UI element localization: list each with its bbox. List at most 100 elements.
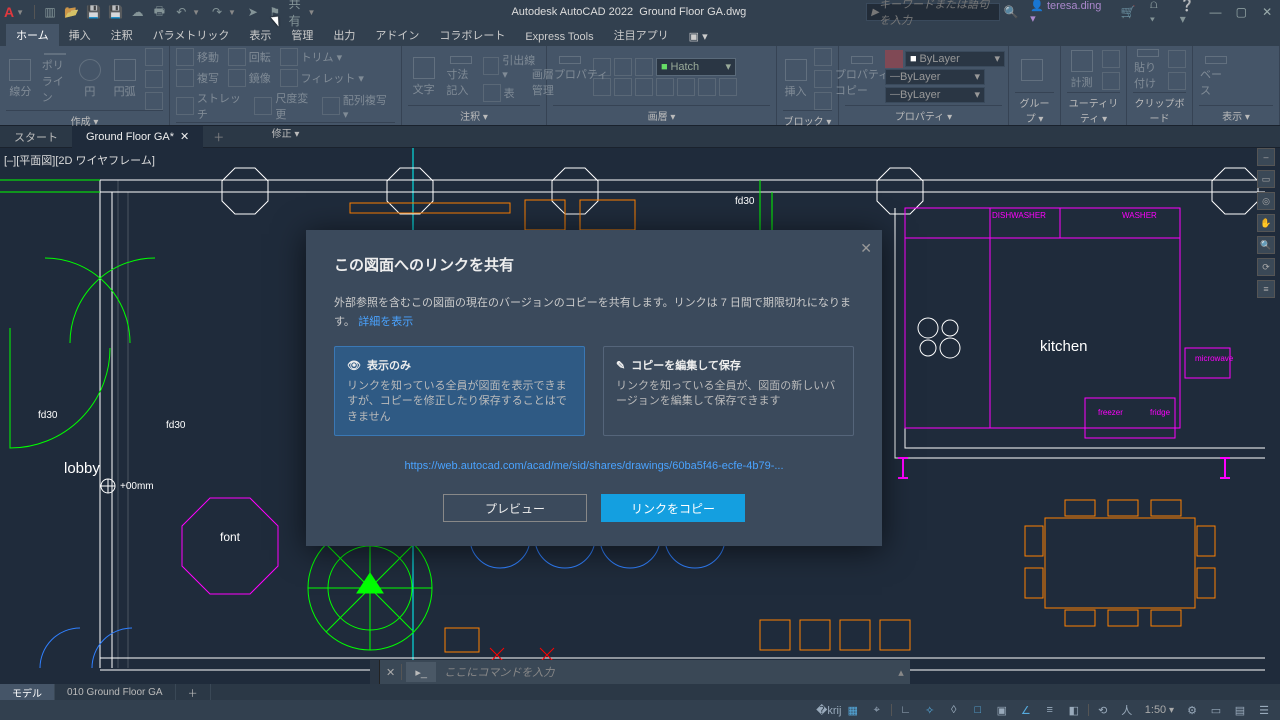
window-maximize[interactable]: ▢: [1232, 5, 1250, 19]
ribbon-tab-featured[interactable]: 注目アプリ: [604, 24, 679, 46]
ribbon-tab-view[interactable]: 表示: [239, 24, 281, 46]
nav-more-icon[interactable]: ≡: [1257, 280, 1275, 298]
ribbon-tab-parametric[interactable]: パラメトリック: [143, 24, 240, 46]
base-button[interactable]: ベース: [1199, 55, 1233, 99]
file-tab-new[interactable]: ＋: [203, 129, 234, 145]
status-gear-icon[interactable]: ⚙: [1182, 702, 1202, 718]
qat-open-icon[interactable]: 📂: [64, 4, 80, 20]
lineweight-dropdown[interactable]: — ByLayer▾: [885, 69, 985, 85]
status-grid-icon[interactable]: ▦: [843, 702, 863, 718]
linetype-dropdown[interactable]: — ByLayer▾: [885, 87, 985, 103]
qat-save-icon[interactable]: 💾: [86, 4, 102, 20]
layout-tab-add[interactable]: ＋: [176, 684, 211, 700]
dim-button[interactable]: 寸法記入: [445, 55, 476, 99]
cmd-input[interactable]: ここにコマンドを入力: [440, 664, 892, 680]
panel-view-label[interactable]: 表示 ▾: [1199, 105, 1273, 125]
panel-util-label[interactable]: ユーティリティ ▾: [1067, 92, 1120, 127]
window-minimize[interactable]: —: [1207, 5, 1225, 19]
nav-orbit-icon[interactable]: ⟳: [1257, 258, 1275, 276]
window-close[interactable]: ✕: [1258, 5, 1276, 19]
qat-share-icon[interactable]: 共有: [289, 4, 305, 20]
panel-clip-label[interactable]: クリップボード: [1133, 92, 1186, 127]
panel-group-label[interactable]: グループ ▾: [1015, 92, 1054, 127]
nav-wheel-icon[interactable]: ◎: [1257, 192, 1275, 210]
panel-layer-label[interactable]: 画層 ▾: [553, 105, 770, 125]
ribbon-tab-more[interactable]: ▣ ▾: [679, 27, 718, 46]
app-menu-dropdown[interactable]: ▼: [16, 8, 24, 17]
status-modelspace[interactable]: �krij: [819, 702, 839, 718]
measure-button[interactable]: 計測: [1067, 48, 1096, 92]
draw-circle-button[interactable]: 円: [76, 57, 105, 101]
share-option-view-only[interactable]: 👁表示のみ リンクを知っている全員が図面を表示できますが、コピーを修正したり保存…: [334, 346, 585, 436]
close-tab-icon[interactable]: ✕: [180, 130, 189, 143]
status-polar-icon[interactable]: ✧: [920, 702, 940, 718]
qat-redo-icon[interactable]: ↷: [209, 4, 225, 20]
nav-bar[interactable]: – ▭ ◎ ✋ 🔍 ⟳ ≡: [1256, 148, 1276, 684]
help-icon[interactable]: ❔ ▾: [1180, 4, 1196, 20]
draw-line-button[interactable]: 線分: [6, 57, 35, 101]
qat-undo-icon[interactable]: ↶: [173, 4, 189, 20]
nav-zoom-icon[interactable]: 🔍: [1257, 236, 1275, 254]
search-icon[interactable]: 🔍: [1003, 4, 1019, 20]
cart-icon[interactable]: 🛒: [1120, 4, 1136, 20]
status-scale-dropdown[interactable]: 1:50 ▾: [1141, 704, 1178, 716]
layerprops-button[interactable]: 画層プロパティ 管理: [553, 55, 587, 99]
status-lwt-icon[interactable]: ≡: [1040, 702, 1060, 718]
panel-block-label[interactable]: ブロック ▾: [783, 110, 832, 130]
status-snap-icon[interactable]: ⌖: [867, 702, 887, 718]
ribbon-tab-express[interactable]: Express Tools: [515, 28, 603, 46]
layout-tab-model[interactable]: モデル: [0, 684, 55, 700]
command-line[interactable]: ✕ ▸_ ここにコマンドを入力 ▴: [370, 660, 910, 684]
status-transparency-icon[interactable]: ◧: [1064, 702, 1084, 718]
ribbon-tab-insert[interactable]: 挿入: [59, 24, 101, 46]
user-menu[interactable]: 👤 teresa.ding ▾: [1030, 0, 1109, 25]
status-osnap-icon[interactable]: □: [968, 702, 988, 718]
qat-overflow[interactable]: ▼: [308, 8, 316, 17]
ribbon-tab-addins[interactable]: アドイン: [365, 24, 429, 46]
ribbon-tab-collab[interactable]: コラボレート: [429, 24, 515, 46]
ribbon-tab-output[interactable]: 出力: [323, 24, 365, 46]
cmd-close-icon[interactable]: ✕: [380, 666, 401, 679]
status-ortho-icon[interactable]: ∟: [896, 702, 916, 718]
cmd-drag-handle[interactable]: [370, 660, 380, 684]
panel-props-label[interactable]: プロパティ ▾: [845, 105, 1002, 125]
ribbon-tab-home[interactable]: ホーム: [6, 24, 59, 46]
qat-arrow-icon[interactable]: ➤: [245, 4, 261, 20]
status-switch-icon[interactable]: ▭: [1206, 702, 1226, 718]
status-custom-icon[interactable]: ☰: [1254, 702, 1274, 718]
qat-plot-icon[interactable]: 🖶: [151, 4, 167, 20]
nav-max-icon[interactable]: ▭: [1257, 170, 1275, 188]
dialog-close-button[interactable]: ✕: [860, 240, 872, 257]
nav-pan-icon[interactable]: ✋: [1257, 214, 1275, 232]
text-button[interactable]: 文字: [408, 55, 439, 99]
insert-button[interactable]: 挿入: [783, 57, 808, 101]
group-button[interactable]: [1015, 48, 1049, 92]
status-annoscale-icon[interactable]: 人: [1117, 702, 1137, 718]
file-tab-start[interactable]: スタート: [0, 126, 72, 148]
nav-min-icon[interactable]: –: [1257, 148, 1275, 166]
cmd-history-dropdown[interactable]: ▴: [892, 666, 910, 679]
qat-saveas-icon[interactable]: 💾: [108, 4, 124, 20]
copy-link-button[interactable]: リンクをコピー: [601, 494, 745, 522]
paste-button[interactable]: 貼り付け: [1133, 48, 1162, 92]
draw-polyline-button[interactable]: ポリライン: [41, 57, 70, 101]
status-3dosnap-icon[interactable]: ▣: [992, 702, 1012, 718]
qat-new-icon[interactable]: ▥: [42, 4, 58, 20]
layer-dropdown[interactable]: ■ Hatch▾: [656, 58, 736, 76]
status-cycling-icon[interactable]: ⟲: [1093, 702, 1113, 718]
status-otrack-icon[interactable]: ∠: [1016, 702, 1036, 718]
autodesk-icon[interactable]: ⩍ ▾: [1150, 4, 1166, 20]
dialog-learn-more-link[interactable]: 詳細を表示: [358, 316, 413, 328]
share-url-text[interactable]: https://web.autocad.com/acad/me/sid/shar…: [334, 460, 854, 472]
qat-web-icon[interactable]: ☁: [130, 4, 146, 20]
file-tab-drawing[interactable]: Ground Floor GA*✕: [72, 126, 203, 148]
status-clean-icon[interactable]: ▤: [1230, 702, 1250, 718]
app-logo[interactable]: A: [4, 4, 14, 20]
ribbon-tab-annotate[interactable]: 注釈: [101, 24, 143, 46]
share-option-edit-copy[interactable]: ✎コピーを編集して保存 リンクを知っている全員が、図面の新しいバージョンを編集し…: [603, 346, 854, 436]
layout-tab-1[interactable]: 010 Ground Floor GA: [55, 684, 176, 700]
preview-button[interactable]: プレビュー: [443, 494, 587, 522]
panel-annot-label[interactable]: 注釈 ▾: [408, 105, 540, 125]
color-dropdown[interactable]: ■ ByLayer▾: [905, 51, 1005, 67]
status-iso-icon[interactable]: ◊: [944, 702, 964, 718]
